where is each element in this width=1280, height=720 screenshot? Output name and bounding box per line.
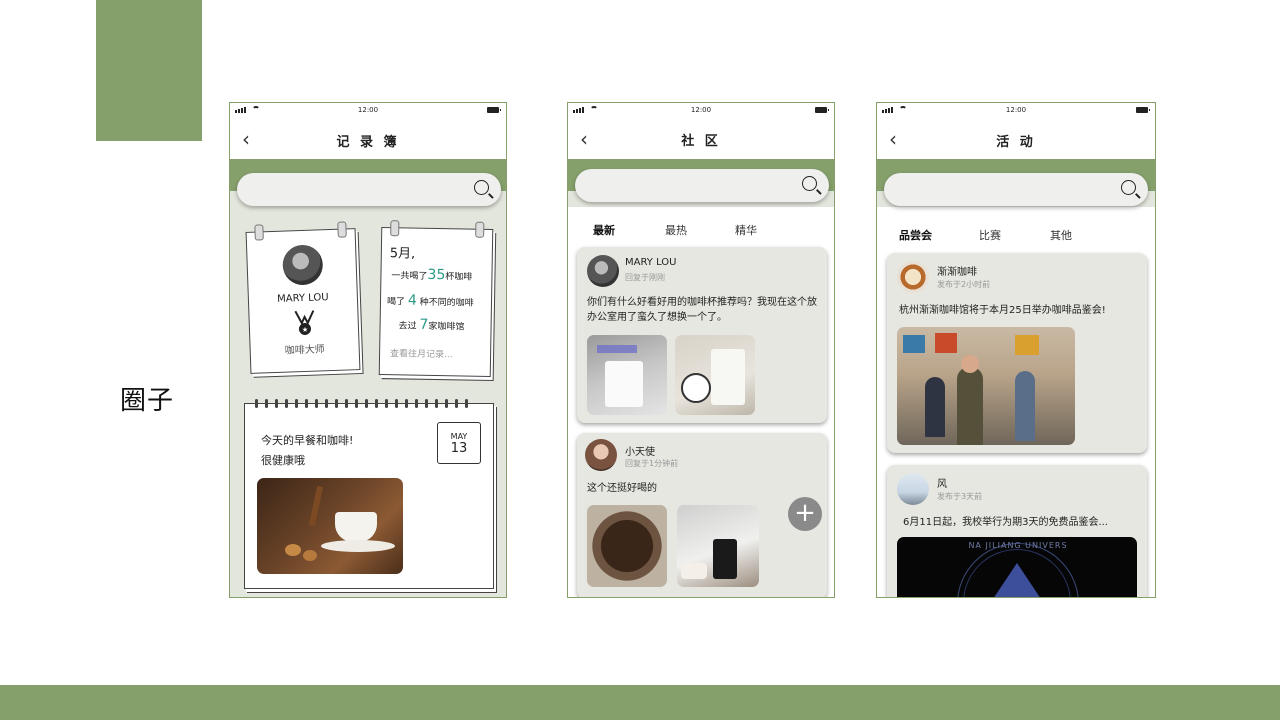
search-input[interactable] [237, 173, 501, 206]
post-text: 你们有什么好看好用的咖啡杯推荐吗？我现在这个放办公室用了蛮久了想换一个了。 [587, 297, 817, 323]
stat-text: 一共喝了 [391, 271, 428, 282]
nav-bar: ‹ 记 录 簿 [230, 119, 506, 159]
page-title: 活 动 [996, 135, 1036, 150]
diary-line: 很健康哦 [261, 454, 305, 467]
post-photo[interactable] [677, 505, 759, 587]
section-label: 圈子 [120, 386, 175, 416]
post-time: 回复于刚刚 [625, 273, 665, 282]
search-icon[interactable] [1121, 180, 1136, 195]
tab-tasting[interactable]: 品尝会 [899, 227, 932, 243]
post-photo[interactable] [587, 335, 667, 415]
stat-text: 家咖啡馆 [428, 321, 465, 333]
event-organizer: 渐渐咖啡 [937, 267, 977, 278]
tab-featured[interactable]: 精华 [735, 222, 757, 238]
post-card[interactable]: MARY LOU 回复于刚刚 你们有什么好看好用的咖啡杯推荐吗？我现在这个放办公… [577, 247, 827, 423]
tab-hot[interactable]: 最热 [665, 222, 687, 238]
history-link[interactable]: 查看往月记录... [390, 346, 453, 360]
status-time: 12:00 [357, 106, 379, 114]
phone-notebook-screen: 12:00 ‹ 记 录 簿 MARY LOU ★ 咖啡大师 5月, 一共喝了35… [229, 102, 507, 598]
search-icon[interactable] [802, 176, 817, 191]
battery-icon [487, 107, 501, 113]
cafes-stat: 去过 7家咖啡馆 [398, 316, 464, 333]
avatar [587, 255, 619, 287]
event-text: 杭州渐渐咖啡馆将于本月25日举办咖啡品鉴会! [899, 305, 1106, 316]
paper-clip-icon [337, 221, 347, 238]
post-text: 这个还挺好喝的 [587, 483, 657, 494]
page-title: 记 录 簿 [336, 135, 400, 150]
post-time: 回复于1分钟前 [625, 459, 679, 468]
event-card[interactable]: 渐渐咖啡 发布于2小时前 杭州渐渐咖啡馆将于本月25日举办咖啡品鉴会! [887, 253, 1147, 453]
profile-note[interactable]: MARY LOU ★ 咖啡大师 [245, 221, 361, 374]
avatar [282, 244, 324, 286]
battery-icon [815, 107, 829, 113]
event-time: 发布于2小时前 [937, 280, 991, 289]
tab-bar: 最新 最热 精华 [568, 219, 834, 241]
diary-calendar-card[interactable]: 今天的早餐和咖啡! 很健康哦 MAY 13 [244, 399, 494, 589]
post-photo[interactable] [675, 335, 755, 415]
status-bar: 12:00 [568, 103, 834, 119]
stat-text: 种不同的咖啡 [419, 297, 474, 309]
phone-events-screen: 12:00 ‹ 活 动 品尝会 比赛 其他 渐渐咖啡 发布于2小时前 杭州渐渐咖… [876, 102, 1156, 598]
medal-icon: ★ [294, 310, 315, 335]
page-title: 社 区 [681, 134, 721, 149]
breakfast-photo [257, 478, 403, 574]
paper-clip-icon [254, 224, 264, 241]
tab-bar: 品尝会 比赛 其他 [877, 224, 1155, 246]
stat-number: 35 [427, 266, 446, 284]
profile-name: MARY LOU [276, 292, 329, 305]
event-text: 6月11日起，我校举行为期3天的免费品鉴会... [903, 517, 1108, 528]
paper-clip-icon [390, 220, 400, 237]
search-input[interactable] [884, 173, 1148, 206]
event-time: 发布于3天前 [937, 492, 983, 501]
badge-title: 咖啡大师 [284, 344, 325, 357]
monthly-stats-note[interactable]: 5月, 一共喝了35杯咖啡 喝了 4 种不同的咖啡 去过 7家咖啡馆 查看往月记… [378, 220, 494, 377]
tab-competition[interactable]: 比赛 [979, 227, 1001, 243]
avatar [897, 473, 929, 505]
stat-text: 喝了 [386, 297, 406, 308]
post-author: MARY LOU [625, 257, 677, 268]
paper-clip-icon [475, 221, 485, 238]
university-logo-image[interactable]: NA JILIANG UNIVERS [897, 537, 1137, 597]
varieties-stat: 喝了 4 种不同的咖啡 [387, 292, 474, 310]
calendar-icon: MAY 13 [437, 422, 481, 464]
post-photo[interactable] [587, 505, 667, 587]
event-card[interactable]: 风 发布于3天前 6月11日起，我校举行为期3天的免费品鉴会... NA JIL… [887, 465, 1147, 597]
month-label: 5月, [389, 246, 416, 262]
tab-other[interactable]: 其他 [1050, 227, 1072, 243]
diary-line: 今天的早餐和咖啡! [261, 434, 354, 447]
stat-text: 杯咖啡 [445, 272, 473, 283]
phone-community-screen: 12:00 ‹ 社 区 最新 最热 精华 MARY LOU 回复于刚刚 你们有什… [567, 102, 835, 598]
post-author: 小天使 [625, 447, 655, 458]
calendar-day: 13 [450, 441, 468, 456]
nav-bar: ‹ 社 区 [568, 119, 834, 159]
cups-stat: 一共喝了35杯咖啡 [391, 266, 472, 283]
stat-text: 去过 [398, 321, 417, 332]
decorative-green-footer [0, 685, 1280, 720]
status-bar: 12:00 [230, 103, 506, 119]
university-logo-text: NA JILIANG UNIVERS [968, 541, 1068, 550]
svg-text:★: ★ [302, 326, 309, 334]
nav-bar: ‹ 活 动 [877, 119, 1155, 159]
search-icon[interactable] [474, 180, 489, 195]
search-input[interactable] [575, 169, 829, 202]
avatar [585, 439, 617, 471]
battery-icon [1136, 107, 1150, 113]
stat-number: 4 [407, 292, 417, 309]
avatar [897, 261, 929, 293]
decorative-green-block [96, 0, 202, 141]
status-time: 12:00 [1005, 106, 1027, 114]
add-post-button[interactable]: + [788, 497, 822, 531]
stat-number: 7 [419, 316, 429, 333]
tab-latest[interactable]: 最新 [593, 222, 615, 238]
calendar-rings [255, 399, 468, 408]
event-organizer: 风 [937, 479, 947, 490]
status-bar: 12:00 [877, 103, 1155, 119]
status-time: 12:00 [690, 106, 712, 114]
event-photo[interactable] [897, 327, 1075, 445]
